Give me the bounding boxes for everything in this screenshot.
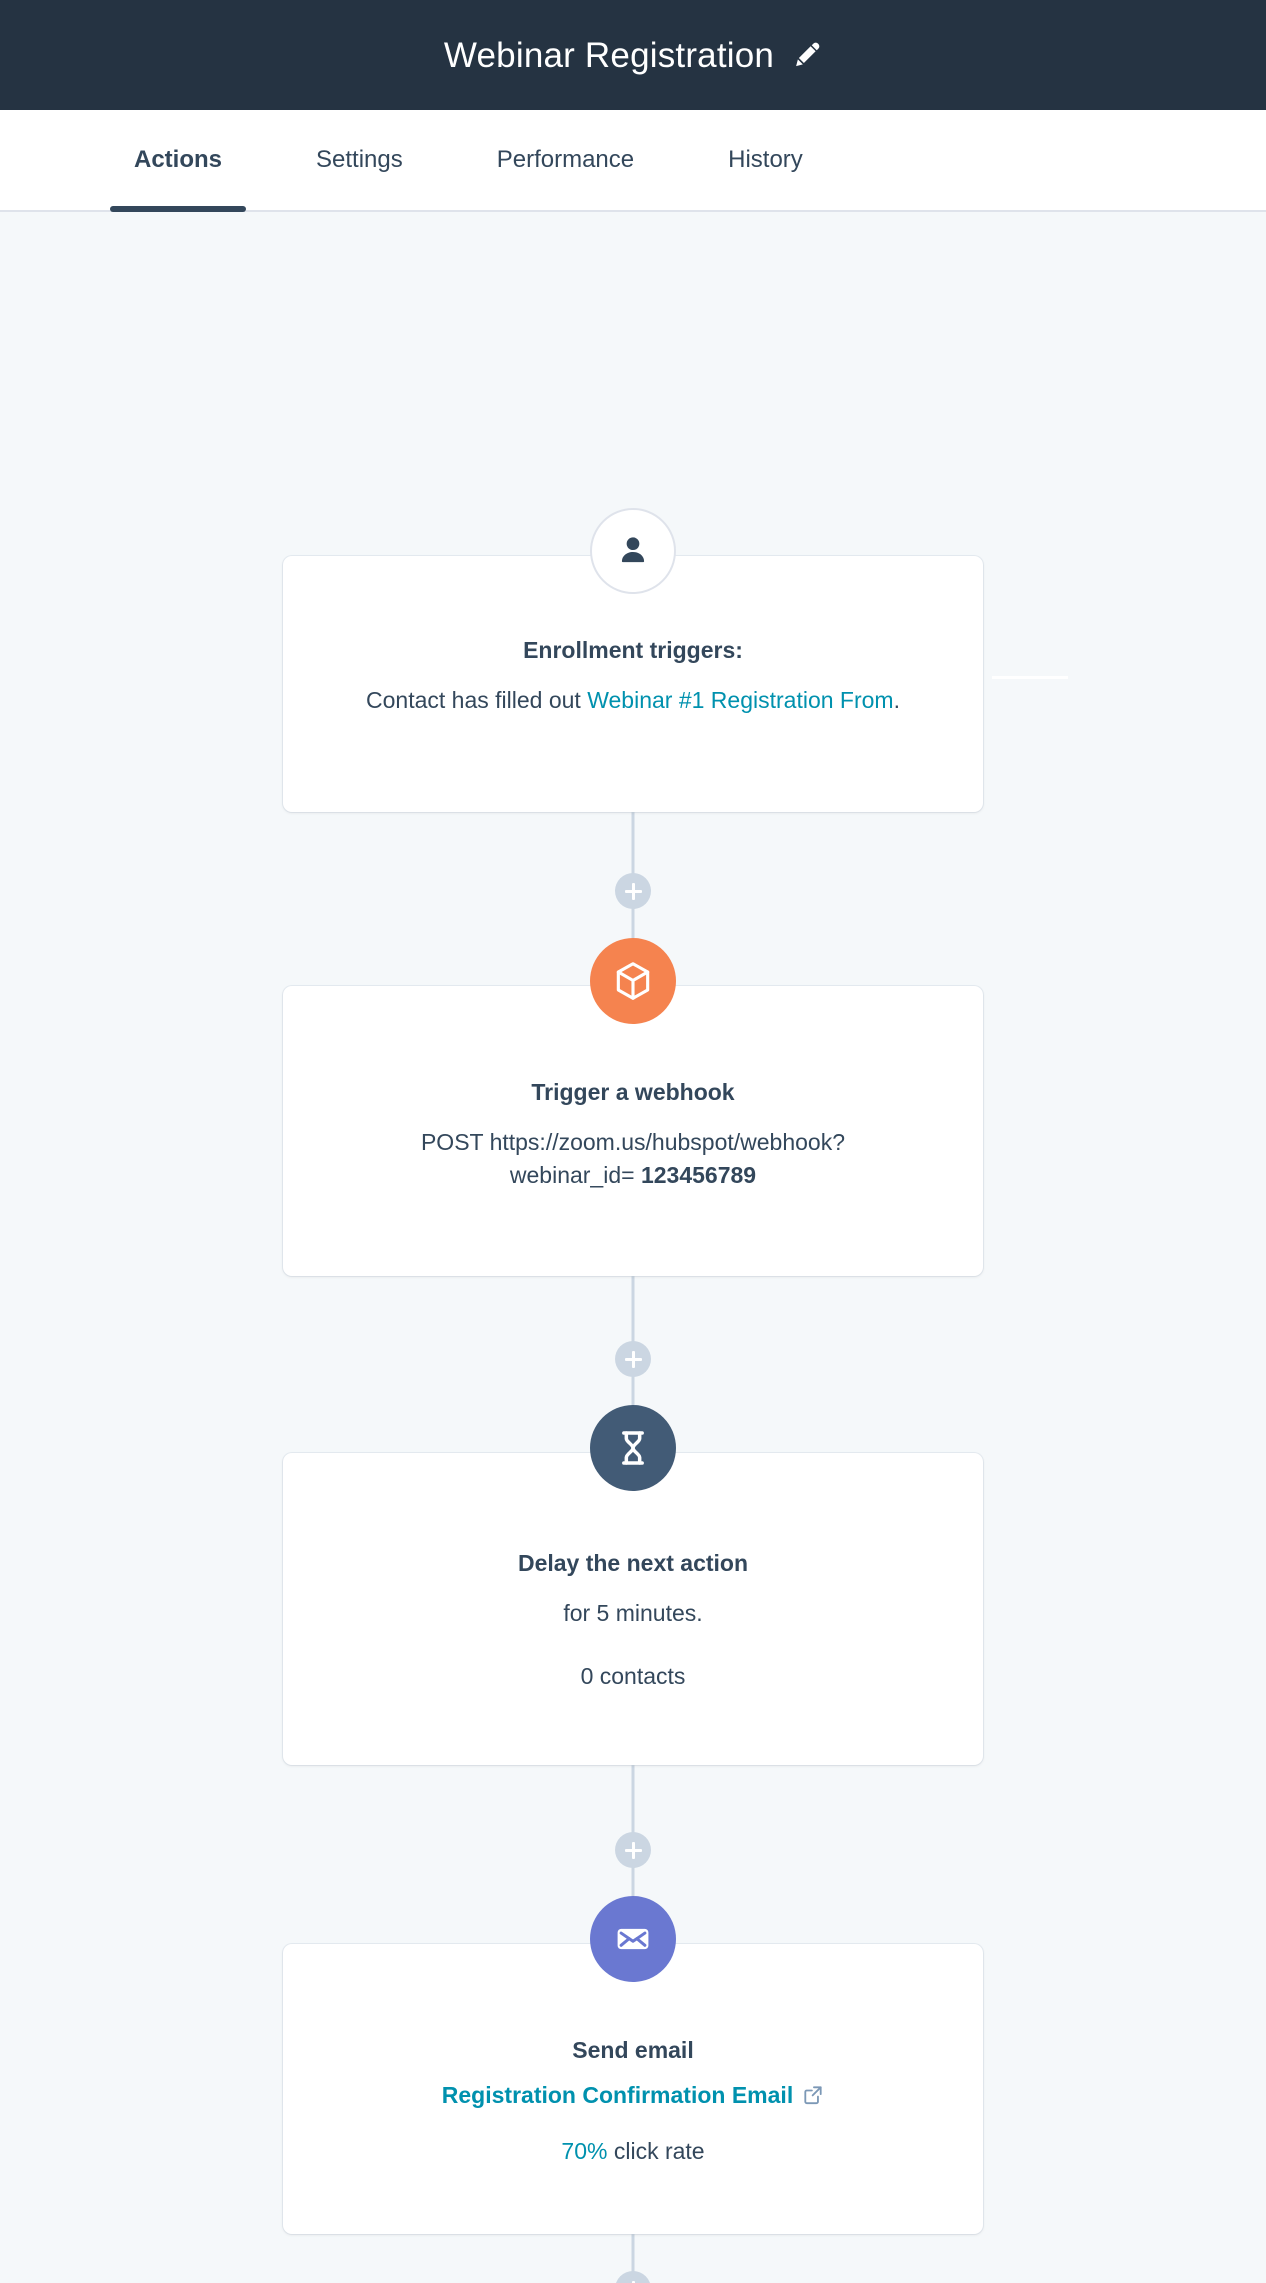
send-email-click-rate: 70% click rate bbox=[561, 2135, 704, 2168]
tab-bar: Actions Settings Performance History bbox=[0, 110, 1266, 212]
enrollment-trigger-prefix: Contact has filled out bbox=[366, 686, 588, 713]
tab-performance-label: Performance bbox=[496, 146, 635, 173]
tab-performance[interactable]: Performance bbox=[473, 110, 658, 210]
send-email-card-title: Send email bbox=[572, 2037, 694, 2063]
add-step-button[interactable] bbox=[615, 1341, 651, 1377]
enrollment-trigger-form-link[interactable]: Webinar #1 Registration From bbox=[587, 687, 893, 713]
webhook-url: POST https://zoom.us/hubspot/webhook? bbox=[420, 1128, 846, 1155]
send-email-asset-row: Registration Confirmation Email bbox=[442, 2082, 824, 2109]
cube-icon bbox=[590, 938, 676, 1024]
workflow-editor-app: Webinar Registration Actions Settings Pe… bbox=[0, 0, 1266, 2283]
external-link-icon[interactable] bbox=[802, 2084, 824, 2106]
add-step-button[interactable] bbox=[615, 2271, 651, 2283]
page-title: Webinar Registration bbox=[443, 35, 775, 75]
enrollment-trigger-body: Contact has filled out Webinar #1 Regist… bbox=[366, 684, 900, 717]
envelope-icon bbox=[590, 1896, 676, 1982]
webhook-param-label: webinar_id= bbox=[509, 1161, 641, 1188]
hourglass-icon bbox=[590, 1405, 676, 1491]
trigger-branch-stub bbox=[992, 676, 1068, 679]
delay-card-duration: for 5 minutes. bbox=[563, 1599, 703, 1626]
add-step-button[interactable] bbox=[615, 873, 651, 909]
connector-line bbox=[631, 802, 635, 942]
send-email-action-card[interactable]: Send email Registration Confirmation Ema… bbox=[283, 1944, 983, 2234]
send-email-click-rate-value: 70% bbox=[561, 2137, 608, 2164]
webhook-card-title: Trigger a webhook bbox=[531, 1079, 735, 1105]
tab-history[interactable]: History bbox=[704, 110, 827, 210]
tab-actions[interactable]: Actions bbox=[110, 110, 247, 212]
webhook-param-value: 123456789 bbox=[640, 1161, 757, 1188]
delay-card-contact-count: 0 contacts bbox=[580, 1662, 686, 1689]
tab-settings-label: Settings bbox=[316, 146, 403, 173]
person-icon bbox=[590, 508, 676, 594]
webhook-action-card[interactable]: Trigger a webhook POST https://zoom.us/h… bbox=[283, 986, 983, 1276]
enrollment-trigger-title: Enrollment triggers: bbox=[523, 637, 743, 663]
workflow-canvas: Enrollment triggers: Contact has filled … bbox=[0, 212, 1266, 2283]
enrollment-trigger-suffix: . bbox=[893, 686, 900, 713]
tab-settings[interactable]: Settings bbox=[292, 110, 427, 210]
app-header: Webinar Registration bbox=[0, 0, 1266, 110]
send-email-click-rate-label: click rate bbox=[607, 2137, 705, 2164]
add-step-button[interactable] bbox=[615, 1832, 651, 1868]
delay-action-card[interactable]: Delay the next action for 5 minutes. 0 c… bbox=[283, 1453, 983, 1765]
webhook-card-body: POST https://zoom.us/hubspot/webhook? we… bbox=[421, 1126, 845, 1191]
tab-history-label: History bbox=[728, 146, 803, 173]
pencil-icon[interactable] bbox=[792, 40, 822, 70]
tab-actions-label: Actions bbox=[134, 146, 223, 173]
enrollment-trigger-card[interactable]: Enrollment triggers: Contact has filled … bbox=[283, 556, 983, 812]
send-email-asset-link[interactable]: Registration Confirmation Email bbox=[442, 2082, 793, 2109]
delay-card-title: Delay the next action bbox=[517, 1550, 749, 1576]
